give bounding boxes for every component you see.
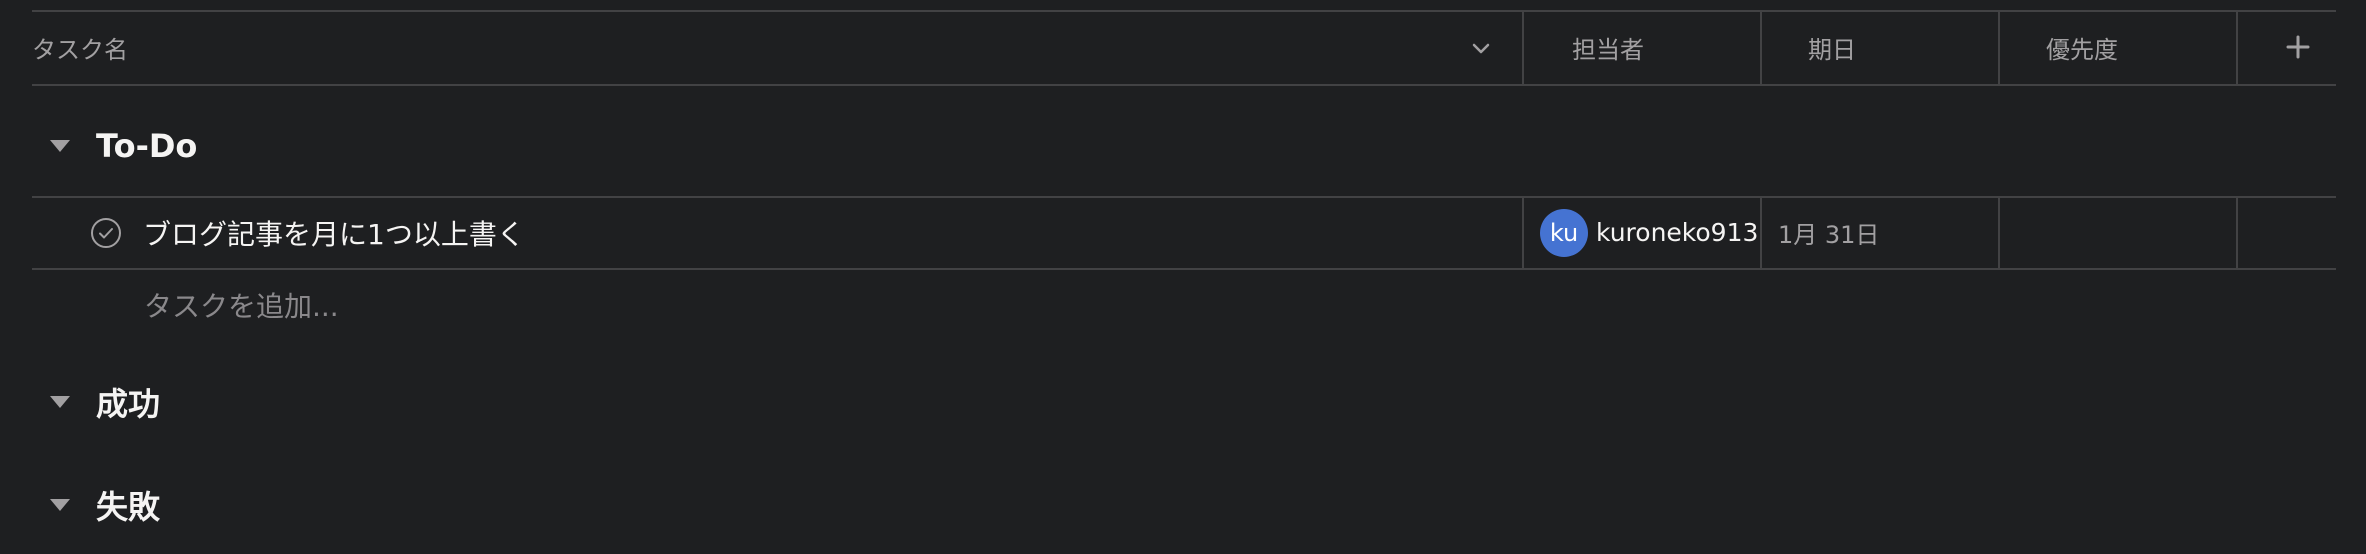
header-bottom-divider — [32, 84, 2336, 86]
task-row[interactable]: ブログ記事を月に1つ以上書く ku kuroneko913 1月 31日 — [32, 197, 2336, 268]
section-header-success[interactable]: 成功 — [32, 372, 160, 432]
column-header-due-date[interactable]: 期日 — [1760, 11, 1998, 84]
column-divider — [1522, 197, 1524, 268]
triangle-down-icon[interactable] — [50, 499, 70, 511]
column-divider — [1998, 11, 2000, 84]
task-name[interactable]: ブログ記事を月に1つ以上書く — [143, 197, 525, 268]
section-title: To-Do — [96, 127, 198, 165]
triangle-down-icon[interactable] — [50, 140, 70, 152]
row-bottom-divider — [32, 268, 2336, 270]
column-header-task-name[interactable]: タスク名 — [32, 11, 1522, 84]
column-header-assignee[interactable]: 担当者 — [1522, 11, 1760, 84]
section-title: 失敗 — [96, 488, 161, 526]
column-divider — [2236, 11, 2238, 84]
column-divider — [1522, 11, 1524, 84]
due-date[interactable]: 1月 31日 — [1778, 197, 1879, 268]
column-header-priority[interactable]: 優先度 — [1998, 11, 2236, 84]
column-divider — [1998, 197, 2000, 268]
chevron-down-icon[interactable] — [1470, 37, 1492, 59]
assignee-name[interactable]: kuroneko913 — [1596, 197, 1758, 268]
column-divider — [1760, 197, 1762, 268]
avatar[interactable]: ku — [1540, 209, 1588, 257]
section-header-failure[interactable]: 失敗 — [32, 475, 160, 535]
column-divider — [1760, 11, 1762, 84]
column-divider — [2236, 197, 2238, 268]
column-header-due-date-label: 期日 — [1808, 36, 1856, 64]
column-header-priority-label: 優先度 — [2046, 36, 2118, 64]
add-task-button[interactable]: タスクを追加... — [144, 280, 339, 330]
section-header-todo[interactable]: To-Do — [32, 116, 197, 176]
check-circle-icon[interactable] — [90, 217, 122, 249]
triangle-down-icon[interactable] — [50, 396, 70, 408]
column-header-row: タスク名 担当者 期日 優先度 — [32, 11, 2336, 84]
column-header-assignee-label: 担当者 — [1572, 36, 1644, 64]
section-title: 成功 — [96, 385, 161, 423]
column-header-task-name-label: タスク名 — [32, 36, 128, 64]
header-top-divider — [32, 10, 2336, 12]
plus-icon[interactable] — [2284, 33, 2312, 61]
